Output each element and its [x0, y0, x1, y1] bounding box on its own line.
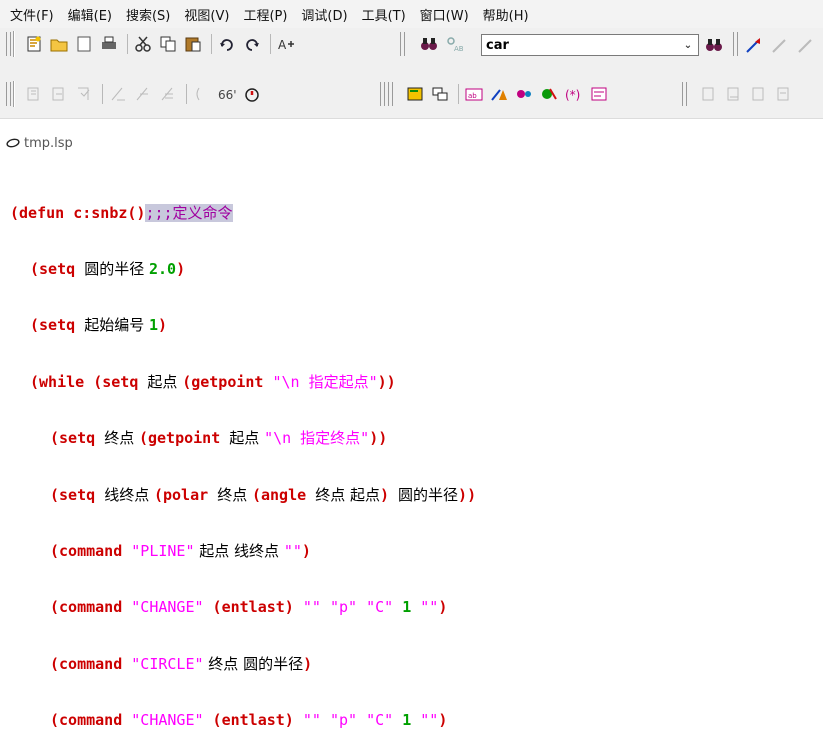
format-selection-icon[interactable] [132, 83, 154, 105]
code-line: (while (setq 起点 (getpoint "\n 指定起点")) [30, 372, 396, 391]
find-binoculars-icon[interactable] [418, 33, 440, 55]
visual-lisp-console-icon[interactable] [588, 83, 610, 105]
toolbar-separator [127, 34, 128, 54]
paste-icon[interactable] [182, 33, 204, 55]
menu-view[interactable]: 视图(V) [174, 5, 229, 24]
format-window-icon[interactable] [107, 83, 129, 105]
load-active-icon[interactable] [241, 83, 263, 105]
standard-toolbar: A [14, 31, 300, 57]
comment-block-icon[interactable] [157, 83, 179, 105]
svg-text:(*): (*) [565, 88, 580, 102]
code-line: (command "PLINE" 起点 线终点 "") [50, 541, 311, 560]
code-line: (setq 起始编号 1) [30, 316, 168, 335]
menu-debug[interactable]: 调试(D) [291, 5, 347, 24]
next-bookmark-icon[interactable] [769, 34, 791, 56]
cut-icon[interactable] [132, 33, 154, 55]
toolbar-grip[interactable] [6, 32, 11, 56]
toolbar-grip[interactable] [6, 82, 11, 106]
menu-bar: 文件(F) 编辑(E) 搜索(S) 视图(V) 工程(P) 调试(D) 工具(T… [0, 0, 823, 28]
code-line: (command "CHANGE" (entlast) "" "p" "C" 1… [50, 598, 448, 617]
toolbar-grip[interactable] [380, 82, 385, 106]
toolbar-separator [102, 84, 103, 104]
chevron-down-icon[interactable]: ⌄ [680, 35, 696, 55]
toolbar-grip[interactable] [388, 82, 393, 106]
toolbar-separator [270, 34, 271, 54]
undo-icon[interactable] [216, 33, 238, 55]
load-window-icon[interactable] [23, 83, 45, 105]
search-combo-value: car [486, 37, 509, 53]
copy-icon[interactable] [157, 33, 179, 55]
inspect-icon[interactable]: ab [463, 83, 485, 105]
open-folder-icon[interactable] [48, 33, 70, 55]
select-window-icon[interactable] [429, 83, 451, 105]
watch-window-icon[interactable]: (*) [563, 83, 585, 105]
view-toolbar: ab (*) [396, 81, 613, 107]
code-editor[interactable]: (defun c:snbz();;;定义命令 (setq 圆的半径 2.0) (… [0, 166, 823, 729]
code-line: (setq 线终点 (polar 终点 (angle 终点 起点) 圆的半径)) [50, 485, 477, 504]
toolbar-separator [186, 84, 187, 104]
menu-help[interactable]: 帮助(H) [473, 5, 529, 24]
svg-text:A: A [278, 38, 287, 52]
code-line: (setq 圆的半径 2.0) [30, 259, 186, 278]
toolbar-grip[interactable] [682, 82, 687, 106]
continue-icon[interactable] [773, 83, 795, 105]
menu-search[interactable]: 搜索(S) [116, 5, 170, 24]
blank-document-icon[interactable] [73, 33, 95, 55]
quote-match-icon[interactable]: 66' [216, 83, 238, 105]
activate-autocad-icon[interactable] [404, 83, 426, 105]
toolbar-row-1-right [703, 28, 823, 58]
toolbar-separator [458, 84, 459, 104]
svg-text:66': 66' [218, 88, 236, 102]
document-tab-label: tmp.lsp [24, 135, 73, 151]
step-into-icon[interactable] [698, 83, 720, 105]
lisp-file-icon [6, 138, 20, 148]
redo-icon[interactable] [241, 33, 263, 55]
toolbar-separator [211, 34, 212, 54]
tools-toolbar: 66' [14, 81, 266, 107]
search-combo[interactable]: car ⌄ [481, 34, 699, 56]
step-out-icon[interactable] [748, 83, 770, 105]
check-window-icon[interactable] [73, 83, 95, 105]
svg-text:ab: ab [468, 92, 477, 100]
toolbar-area: A AB car ⌄ 66' ab (*) [0, 28, 823, 119]
menu-edit[interactable]: 编辑(E) [58, 5, 112, 24]
trace-stack-icon[interactable] [488, 83, 510, 105]
toolbar-row-2: 66' ab (*) [0, 78, 823, 108]
menu-file[interactable]: 文件(F) [0, 5, 54, 24]
new-file-icon[interactable] [23, 33, 45, 55]
apropos-icon[interactable] [538, 83, 560, 105]
search-toolbar: AB [410, 31, 468, 57]
code-line: (setq 终点 (getpoint 起点 "\n 指定终点")) [50, 429, 388, 448]
symbol-service-icon[interactable] [513, 83, 535, 105]
prev-bookmark-icon[interactable] [795, 34, 817, 56]
code-line: (defun c:snbz();;;定义命令 [10, 203, 233, 222]
code-line: (command "CIRCLE" 终点 圆的半径) [50, 654, 313, 673]
find-in-files-icon[interactable]: AB [443, 33, 465, 55]
print-icon[interactable] [98, 33, 120, 55]
menu-project[interactable]: 工程(P) [233, 5, 287, 24]
menu-tools[interactable]: 工具(T) [352, 5, 406, 24]
complete-word-icon[interactable]: A [275, 33, 297, 55]
toolbar-row-1: A AB [0, 28, 823, 58]
code-line: (command "CHANGE" (entlast) "" "p" "C" 1… [50, 711, 448, 730]
step-over-icon[interactable] [723, 83, 745, 105]
toggle-bookmark-icon[interactable] [743, 34, 765, 56]
debug-toolbar [690, 81, 798, 107]
toolbar-grip[interactable] [400, 32, 405, 56]
document-tab[interactable]: tmp.lsp [0, 130, 823, 156]
toolbar-grip[interactable] [733, 32, 738, 56]
menu-window[interactable]: 窗口(W) [410, 5, 469, 24]
find-next-binoculars-icon[interactable] [703, 34, 725, 56]
load-selection-icon[interactable] [48, 83, 70, 105]
svg-text:AB: AB [454, 45, 463, 53]
help-parentheses-icon[interactable] [191, 83, 213, 105]
